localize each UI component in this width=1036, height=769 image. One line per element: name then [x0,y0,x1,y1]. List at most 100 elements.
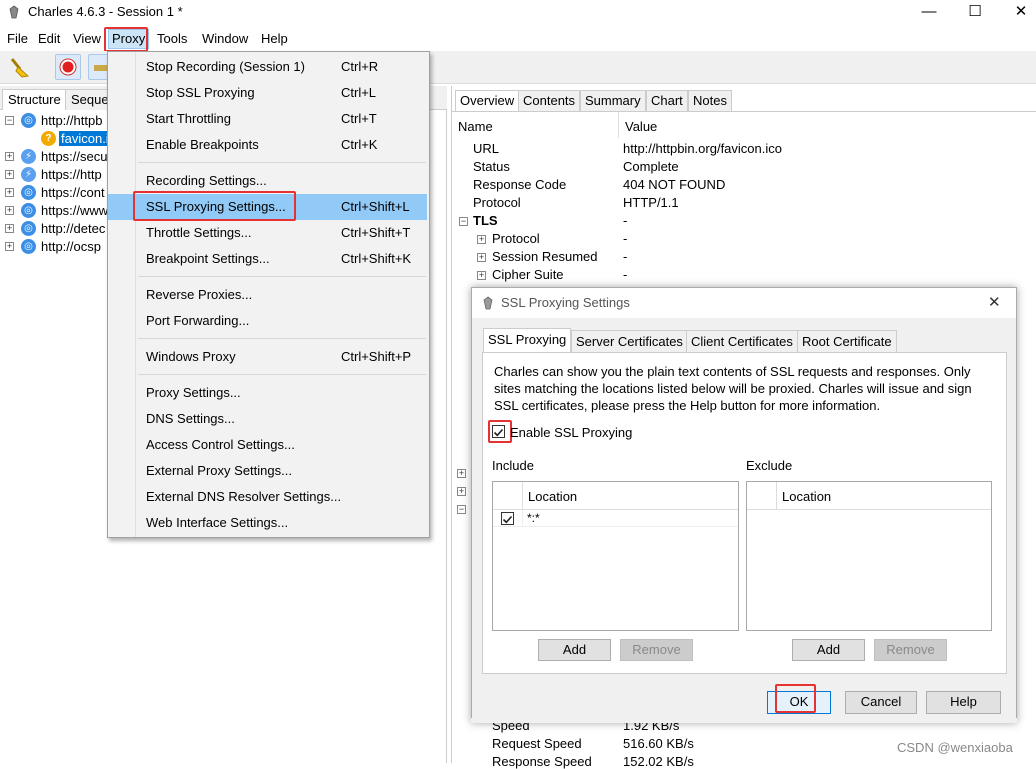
menu-item-label: Enable Breakpoints [146,137,259,152]
tab-contents[interactable]: Contents [518,90,581,111]
tab-ssl-proxying[interactable]: SSL Proxying [483,328,572,352]
tab-structure[interactable]: Structure [2,89,67,110]
menu-item[interactable]: External DNS Resolver Settings... [108,484,427,510]
tls-key: TLS [473,213,498,228]
menu-item-label: Windows Proxy [146,349,236,364]
record-button[interactable] [55,54,81,80]
expand-icon[interactable]: + [477,271,486,280]
expand-icon[interactable]: + [5,188,14,197]
menu-tools[interactable]: Tools [157,31,187,46]
include-row-checkbox[interactable] [501,512,514,525]
expand-icon[interactable]: + [457,487,466,496]
menu-item[interactable]: Throttle Settings... Ctrl+Shift+T [108,220,427,246]
menu-item[interactable]: Proxy Settings... [108,380,427,406]
menu-item-label: External DNS Resolver Settings... [146,489,342,504]
minimize-button[interactable]: — [906,0,952,26]
column-divider[interactable] [618,112,619,138]
collapse-icon[interactable]: − [457,505,466,514]
column-header-name[interactable]: Name [458,119,493,134]
tab-client-certificates[interactable]: Client Certificates [686,330,798,352]
tab-notes[interactable]: Notes [688,90,732,111]
exclude-list[interactable]: Location [746,481,992,631]
menu-item[interactable]: Port Forwarding... [108,308,427,334]
globe-icon: ◎ [21,203,36,218]
expand-icon[interactable]: + [5,152,14,161]
header-divider [776,482,777,510]
charles-app-icon [8,5,20,19]
expand-icon[interactable]: + [457,469,466,478]
menu-item[interactable]: Breakpoint Settings... Ctrl+Shift+K [108,246,427,272]
tab-server-certificates[interactable]: Server Certificates [571,330,688,352]
exclude-location-header[interactable]: Location [782,489,831,504]
tls-sub-key: Protocol [492,231,540,246]
menu-item-shortcut: Ctrl+L [341,85,377,100]
tab-chart[interactable]: Chart [646,90,688,111]
help-button[interactable]: Help [926,691,1001,714]
expand-icon[interactable]: + [477,235,486,244]
menu-item[interactable]: Enable Breakpoints Ctrl+K [108,132,427,158]
tree-label[interactable]: https://www [41,203,108,218]
overview-key: Request Speed [492,736,582,751]
menu-item-label: Breakpoint Settings... [146,251,270,266]
menu-item-shortcut: Ctrl+T [341,111,377,126]
overview-key: Response Code [473,177,567,192]
tree-label[interactable]: http://detec [41,221,105,236]
collapse-icon[interactable]: − [459,217,468,226]
menu-item[interactable]: External Proxy Settings... [108,458,427,484]
cancel-button[interactable]: Cancel [845,691,917,714]
column-header-value[interactable]: Value [625,119,657,134]
pane-divider[interactable] [451,86,452,763]
collapse-icon[interactable]: − [5,116,14,125]
tree-label[interactable]: https://secu [41,149,107,164]
enable-ssl-label[interactable]: Enable SSL Proxying [510,425,632,440]
close-window-button[interactable]: ✕ [998,0,1036,26]
menu-item[interactable]: Windows Proxy Ctrl+Shift+P [108,344,427,370]
expand-icon[interactable]: + [5,206,14,215]
tree-label[interactable]: http://ocsp [41,239,101,254]
menu-file[interactable]: File [7,31,28,46]
menu-item[interactable]: Reverse Proxies... [108,282,427,308]
menu-item[interactable]: Start Throttling Ctrl+T [108,106,427,132]
include-location-header[interactable]: Location [528,489,577,504]
menu-help[interactable]: Help [261,31,288,46]
tls-sub-key: Session Resumed [492,249,598,264]
exclude-add-button[interactable]: Add [792,639,865,661]
menu-item[interactable]: Access Control Settings... [108,432,427,458]
include-list[interactable]: Location *:* [492,481,739,631]
dialog-close-button[interactable]: ✕ [988,293,1001,311]
maximize-button[interactable]: ☐ [952,0,998,26]
menu-item-shortcut: Ctrl+Shift+T [341,225,411,240]
menu-item[interactable]: Stop SSL Proxying Ctrl+L [108,80,427,106]
tab-root-certificate[interactable]: Root Certificate [797,330,897,352]
tree-label[interactable]: favicon.i [59,131,111,146]
include-add-button[interactable]: Add [538,639,611,661]
tab-summary[interactable]: Summary [580,90,646,111]
watermark: CSDN @wenxiaoba [897,740,1013,755]
title-bar: Charles 4.6.3 - Session 1 * — ☐ ✕ [0,0,1036,26]
exclude-remove-button[interactable]: Remove [874,639,947,661]
overview-key: URL [473,141,500,156]
tree-label[interactable]: https://cont [41,185,105,200]
expand-icon[interactable]: + [5,242,14,251]
menu-item[interactable]: Web Interface Settings... [108,510,427,536]
menu-item-label: Stop Recording (Session 1) [146,59,305,74]
menu-item-label: Stop SSL Proxying [146,85,255,100]
include-row[interactable]: *:* [493,510,738,527]
tree-label[interactable]: http://httpb [41,113,102,128]
expand-icon[interactable]: + [5,224,14,233]
expand-icon[interactable]: + [5,170,14,179]
include-remove-button[interactable]: Remove [620,639,693,661]
menu-item[interactable]: DNS Settings... [108,406,427,432]
menu-item-label: Access Control Settings... [146,437,295,452]
broom-icon[interactable] [8,56,32,78]
globe-icon: ◎ [21,185,36,200]
menu-item-shortcut: Ctrl+R [341,59,379,74]
tab-overview[interactable]: Overview [455,90,520,111]
menu-window[interactable]: Window [202,31,248,46]
include-location-value[interactable]: *:* [527,511,540,525]
tree-label[interactable]: https://http [41,167,102,182]
menu-edit[interactable]: Edit [38,31,60,46]
menu-item[interactable]: Stop Recording (Session 1) Ctrl+R [108,54,427,80]
menu-view[interactable]: View [73,31,101,46]
expand-icon[interactable]: + [477,253,486,262]
